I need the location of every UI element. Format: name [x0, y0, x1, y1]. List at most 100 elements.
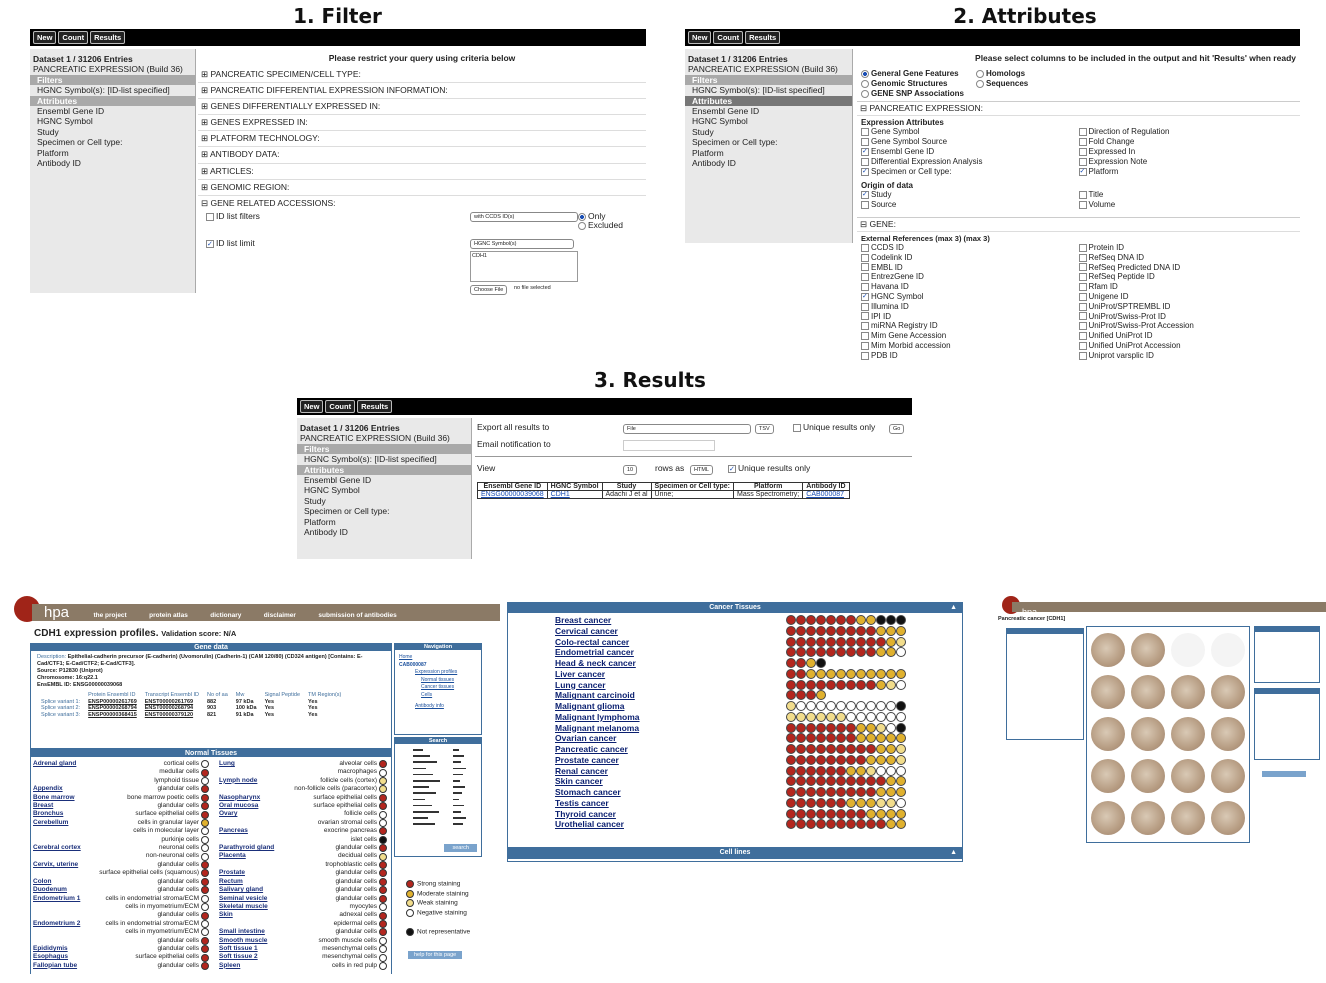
filter-section[interactable]: ⊞ ANTIBODY DATA:	[198, 147, 646, 164]
attribute-checkbox[interactable]: Unigene ID	[1078, 292, 1297, 302]
staining-dot[interactable]	[816, 625, 826, 636]
staining-dot[interactable]	[786, 636, 796, 647]
cancer-name[interactable]: Malignant glioma	[555, 701, 786, 712]
staining-dot[interactable]	[836, 819, 846, 830]
attr-item[interactable]: Study	[30, 127, 195, 137]
staining-dot[interactable]	[876, 744, 886, 754]
staining-dot[interactable]	[886, 625, 896, 636]
cancer-name[interactable]: Malignant lymphoma	[555, 712, 786, 723]
tissue-name[interactable]: Fallopian tube	[33, 962, 77, 970]
staining-dot[interactable]	[816, 615, 826, 625]
staining-dot[interactable]	[796, 787, 806, 797]
new-button[interactable]: New	[688, 31, 712, 44]
staining-dot[interactable]	[786, 690, 796, 701]
attr-item[interactable]: HGNC Symbol	[30, 116, 195, 126]
staining-dot[interactable]	[201, 768, 209, 777]
normal-tissues-header[interactable]: Normal Tissues	[31, 750, 391, 757]
staining-dot[interactable]	[806, 615, 816, 625]
tissue-name[interactable]: Spleen	[219, 962, 240, 970]
staining-dot[interactable]	[201, 903, 209, 912]
staining-dot[interactable]	[846, 808, 856, 819]
staining-dot[interactable]	[846, 744, 856, 754]
staining-dot[interactable]	[201, 877, 209, 886]
tissue-name[interactable]: Parathyroid gland	[219, 844, 274, 852]
database-label[interactable]: PANCREATIC EXPRESSION (Build 36)	[685, 64, 852, 74]
staining-dot[interactable]	[826, 625, 836, 636]
staining-dot[interactable]	[201, 919, 209, 928]
tissue-thumbnail[interactable]	[1211, 759, 1245, 793]
tissue-thumbnail[interactable]	[1091, 675, 1125, 709]
attr-item[interactable]: Antibody ID	[685, 158, 852, 168]
staining-dot[interactable]	[866, 701, 876, 711]
filter-section[interactable]: ⊞ PANCREATIC SPECIMEN/CELL TYPE:	[198, 67, 646, 84]
staining-dot[interactable]	[826, 636, 836, 647]
staining-dot[interactable]	[796, 668, 806, 679]
staining-dot[interactable]	[866, 808, 876, 819]
staining-dot[interactable]	[806, 625, 816, 636]
gene-section[interactable]: ⊟ GENE:	[857, 217, 1300, 232]
staining-dot[interactable]	[826, 797, 836, 808]
staining-dot[interactable]	[896, 647, 906, 658]
help-button[interactable]: help for this page	[408, 951, 463, 959]
nav-cells[interactable]: Cells	[399, 692, 477, 700]
choose-file-button[interactable]: Choose File	[470, 284, 508, 295]
staining-dot[interactable]	[856, 668, 866, 679]
staining-dot[interactable]	[796, 679, 806, 690]
staining-dot[interactable]	[201, 835, 209, 844]
staining-dot[interactable]	[896, 754, 906, 765]
tissue-name[interactable]: Prostate	[219, 869, 245, 877]
attribute-checkbox[interactable]: UniProt/SPTREMBL ID	[1078, 302, 1297, 312]
tissue-name[interactable]: Ovary	[219, 810, 237, 818]
cancer-name[interactable]: Prostate cancer	[555, 755, 786, 766]
staining-dot[interactable]	[379, 953, 387, 962]
checkbox[interactable]	[861, 127, 869, 136]
cell-lines-header[interactable]: Cell lines ▲	[508, 847, 962, 859]
staining-dot[interactable]	[856, 797, 866, 808]
attr-item[interactable]: Ensembl Gene ID	[30, 106, 195, 116]
attribute-checkbox[interactable]: Havana ID	[861, 282, 1079, 292]
staining-dot[interactable]	[806, 711, 816, 722]
staining-dot[interactable]	[816, 668, 826, 679]
cancer-name[interactable]: Renal cancer	[555, 766, 786, 777]
tissue-thumbnail[interactable]	[1091, 801, 1125, 835]
staining-dot[interactable]	[876, 754, 886, 765]
tissue-thumbnail[interactable]	[1211, 801, 1245, 835]
tissue-name[interactable]: Epididymis	[33, 945, 68, 953]
staining-dot[interactable]	[786, 744, 796, 754]
tissue-name[interactable]: Seminal vesicle	[219, 895, 267, 903]
attribute-checkbox[interactable]: miRNA Registry ID	[861, 321, 1079, 331]
staining-dot[interactable]	[896, 625, 906, 636]
tissue-name[interactable]: Small intestine	[219, 928, 265, 936]
unique-results-checkbox[interactable]: Unique results only	[793, 422, 875, 432]
splice-cell[interactable]: ENST00000379120	[141, 712, 203, 719]
staining-dot[interactable]	[379, 835, 387, 844]
staining-dot[interactable]	[786, 658, 796, 668]
export-file-select[interactable]: File	[623, 424, 751, 434]
attr-item[interactable]: Platform	[297, 517, 471, 527]
tissue-name[interactable]: Endometrium 2	[33, 920, 80, 928]
staining-dot[interactable]	[816, 808, 826, 819]
staining-dot[interactable]	[806, 744, 816, 754]
checkbox[interactable]	[1078, 351, 1087, 360]
staining-dot[interactable]	[846, 787, 856, 797]
attr-item[interactable]: Study	[297, 496, 471, 506]
staining-dot[interactable]	[379, 777, 387, 786]
staining-dot[interactable]	[866, 733, 876, 744]
tissue-thumbnail[interactable]	[1131, 633, 1165, 667]
staining-dot[interactable]	[876, 647, 886, 658]
id-list-textarea[interactable]: CDH1	[470, 250, 578, 282]
hgnc-select[interactable]: HGNC Symbol(s)	[470, 238, 574, 249]
tissue-name[interactable]: Adrenal gland	[33, 760, 76, 768]
tissue-name[interactable]: Appendix	[33, 785, 63, 793]
checkbox[interactable]	[861, 263, 869, 272]
staining-dot[interactable]	[856, 711, 866, 722]
staining-dot[interactable]	[826, 733, 836, 744]
staining-dot[interactable]	[786, 808, 796, 819]
staining-dot[interactable]	[886, 711, 896, 722]
attr-item[interactable]: Platform	[685, 148, 852, 158]
checkbox[interactable]	[861, 302, 869, 311]
staining-dot[interactable]	[896, 733, 906, 744]
staining-dot[interactable]	[896, 819, 906, 830]
staining-dot[interactable]	[806, 765, 816, 776]
staining-dot[interactable]	[379, 852, 387, 861]
